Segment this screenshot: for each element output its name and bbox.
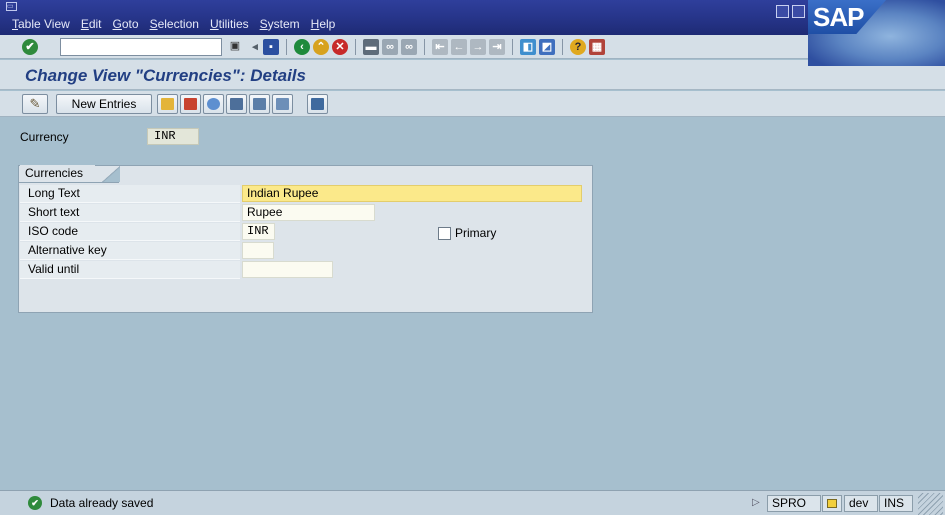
menu-help[interactable]: Help [311, 17, 336, 33]
sap-window: ▭ Table View Edit Goto Selection Utiliti… [0, 0, 945, 515]
valid-until-field[interactable] [242, 261, 333, 278]
title-bar-extension [808, 66, 945, 90]
separator [286, 39, 287, 55]
delete-icon[interactable] [180, 94, 201, 114]
iso-code-label: ISO code [20, 223, 240, 241]
long-text-field[interactable]: Indian Rupee [242, 185, 582, 202]
application-toolbar: ✎ New Entries [0, 91, 945, 117]
title-bar: Change View "Currencies": Details [0, 60, 808, 90]
minimize-icon[interactable] [776, 5, 789, 18]
success-icon: ✔ [28, 496, 42, 510]
find-icon[interactable]: ∞ [382, 39, 398, 55]
menu-goto[interactable]: Goto [113, 17, 139, 33]
command-history-icon[interactable]: ▣ [228, 39, 242, 54]
sap-logo-area: SAP [808, 0, 945, 66]
resize-grip[interactable] [918, 493, 943, 515]
new-entries-button[interactable]: New Entries [56, 94, 152, 114]
iso-code-field[interactable]: INR [242, 223, 275, 240]
layout-icon[interactable]: ▦ [589, 39, 605, 55]
print-icon[interactable]: ▬ [363, 39, 379, 55]
select-block-icon[interactable] [249, 94, 270, 114]
separator [355, 39, 356, 55]
menu-selection[interactable]: Selection [150, 17, 199, 33]
create-session-icon[interactable]: ◧ [520, 39, 536, 55]
currencies-group-title: Currencies [20, 165, 96, 183]
first-page-icon[interactable]: ⇤ [432, 39, 448, 55]
previous-page-icon[interactable]: ← [451, 39, 467, 55]
long-text-label: Long Text [20, 185, 240, 203]
next-page-icon[interactable]: → [470, 39, 486, 55]
deselect-all-icon[interactable] [272, 94, 293, 114]
status-insert-mode[interactable]: INS [879, 495, 913, 512]
menu-edit[interactable]: Edit [81, 17, 102, 33]
primary-checkbox[interactable] [438, 227, 451, 240]
status-system-icon[interactable] [822, 495, 842, 512]
currency-value: INR [147, 128, 199, 145]
short-text-field[interactable]: Rupee [242, 204, 375, 221]
exit-icon[interactable]: ⌃ [313, 39, 329, 55]
group-tab-slant [102, 166, 120, 182]
short-text-label: Short text [20, 204, 240, 222]
variants-icon[interactable] [307, 94, 328, 114]
separator [562, 39, 563, 55]
copy-as-icon[interactable] [157, 94, 178, 114]
help-icon[interactable]: ? [570, 39, 586, 55]
shortcut-icon[interactable]: ◩ [539, 39, 555, 55]
menu-bar: ▭ Table View Edit Goto Selection Utiliti… [0, 0, 945, 35]
maximize-icon[interactable] [792, 5, 805, 18]
enter-icon[interactable]: ✔ [22, 39, 38, 55]
menu-table-view[interactable]: Table View [12, 17, 70, 33]
cancel-icon[interactable]: ✕ [332, 39, 348, 55]
select-all-icon[interactable] [226, 94, 247, 114]
menu-list: Table View Edit Goto Selection Utilities… [12, 17, 346, 33]
separator [424, 39, 425, 55]
sap-logo: SAP [808, 0, 886, 34]
alternative-key-label: Alternative key [20, 242, 240, 260]
find-next-icon[interactable]: ∞ [401, 39, 417, 55]
display-change-icon[interactable]: ✎ [22, 94, 48, 114]
separator [512, 39, 513, 55]
status-transaction-code: SPRO [767, 495, 821, 512]
undo-change-icon[interactable] [203, 94, 224, 114]
toolbar-icon-group: ◂ ▪ ‹ ⌃ ✕ ▬ ∞ ∞ ⇤ ← → ⇥ ◧ ◩ ? ▦ [250, 39, 605, 55]
status-expand-icon[interactable]: ▷ [752, 497, 760, 508]
standard-toolbar: ✔ ▣ ◂ ▪ ‹ ⌃ ✕ ▬ ∞ ∞ ⇤ ← → ⇥ ◧ ◩ ? ▦ [0, 35, 808, 59]
menu-system[interactable]: System [260, 17, 300, 33]
status-message: Data already saved [50, 496, 154, 510]
group-tab-line [19, 182, 119, 183]
menu-utilities[interactable]: Utilities [210, 17, 249, 33]
system-menu-icon[interactable]: ▭ [6, 2, 17, 11]
primary-label: Primary [455, 226, 497, 240]
save-icon[interactable]: ▪ [263, 39, 279, 55]
toolbar-separator-arrow-icon: ◂ [252, 41, 258, 53]
back-icon[interactable]: ‹ [294, 39, 310, 55]
alternative-key-field[interactable] [242, 242, 274, 259]
command-field[interactable] [60, 38, 222, 56]
page-title: Change View "Currencies": Details [25, 66, 306, 85]
currency-label: Currency [20, 130, 69, 144]
valid-until-label: Valid until [20, 261, 240, 279]
last-page-icon[interactable]: ⇥ [489, 39, 505, 55]
status-system: dev [844, 495, 878, 512]
status-bar: ✔ Data already saved ▷ SPRO dev INS [0, 490, 945, 515]
